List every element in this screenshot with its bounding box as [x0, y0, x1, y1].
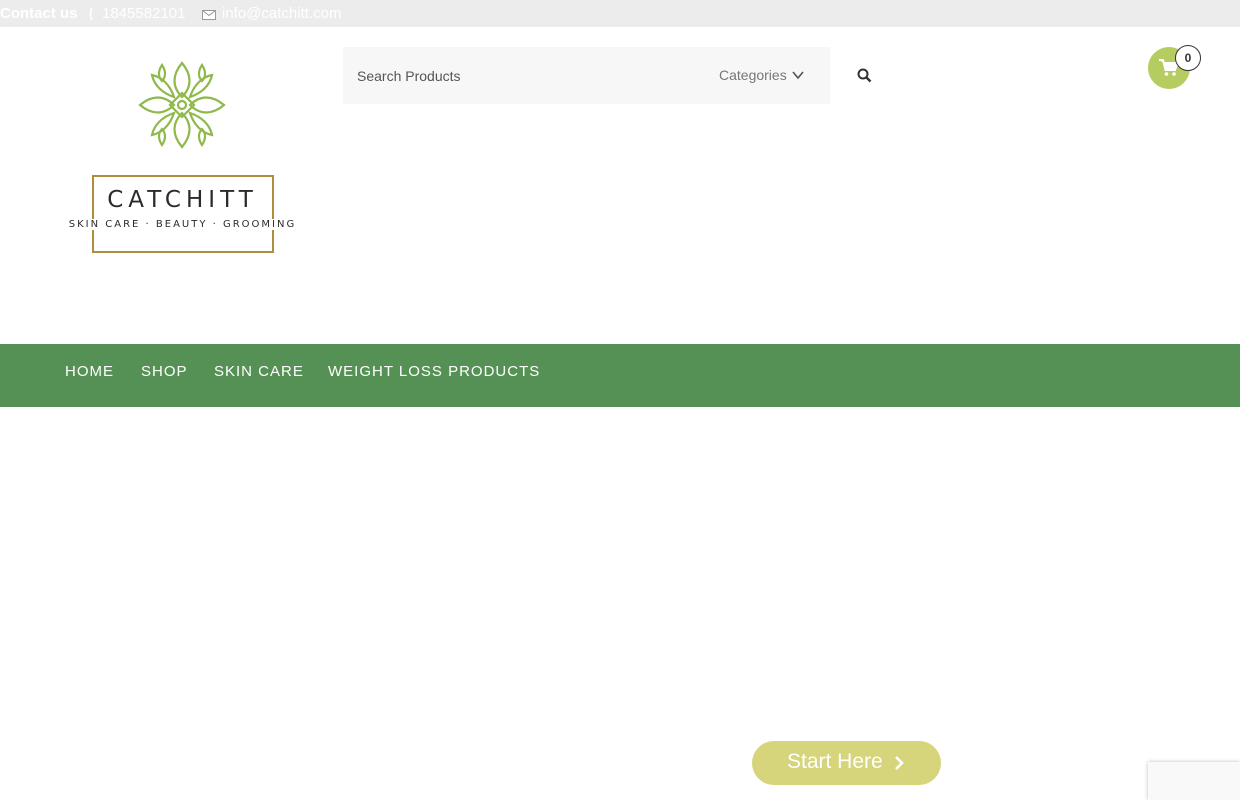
- phone-number[interactable]: 1845582101: [102, 5, 185, 22]
- start-here-button[interactable]: Start Here: [752, 741, 941, 785]
- search-button[interactable]: [830, 47, 896, 104]
- chevron-down-icon[interactable]: [791, 69, 805, 81]
- nav-item-skin-care[interactable]: SKIN CARE: [214, 363, 304, 380]
- product-search-bar: Categories: [343, 47, 830, 104]
- top-contact-bar: Contact us 1845582101 info@catchitt.com: [0, 0, 1240, 27]
- nav-item-weight-loss-products[interactable]: WEIGHT LOSS PRODUCTS: [328, 363, 540, 380]
- main-navigation: HOME SHOP SKIN CARE WEIGHT LOSS PRODUCTS: [0, 344, 1240, 407]
- leaf-emblem-icon: [138, 61, 226, 149]
- logo-tagline-text: SKIN CARE · BEAUTY · GROOMING: [65, 219, 300, 230]
- phone-icon: [89, 7, 93, 21]
- cart-count-badge: 0: [1175, 45, 1201, 71]
- nav-item-home[interactable]: HOME: [65, 363, 114, 380]
- logo-tagline: SKIN CARE · BEAUTY · GROOMING: [55, 219, 310, 230]
- search-icon: [857, 68, 872, 83]
- categories-dropdown[interactable]: Categories: [719, 67, 787, 83]
- chevron-right-icon: [895, 756, 904, 770]
- search-input[interactable]: [343, 47, 683, 104]
- site-logo[interactable]: CATCHITT SKIN CARE · BEAUTY · GROOMING: [55, 55, 310, 260]
- mail-icon: [202, 10, 216, 20]
- nav-item-shop[interactable]: SHOP: [141, 363, 188, 380]
- contact-us-label: Contact us: [0, 5, 78, 22]
- logo-brand-name: CATCHITT: [107, 187, 258, 213]
- email-link[interactable]: info@catchitt.com: [222, 5, 341, 22]
- start-here-label: Start Here: [787, 750, 883, 773]
- recaptcha-badge: [1148, 762, 1240, 800]
